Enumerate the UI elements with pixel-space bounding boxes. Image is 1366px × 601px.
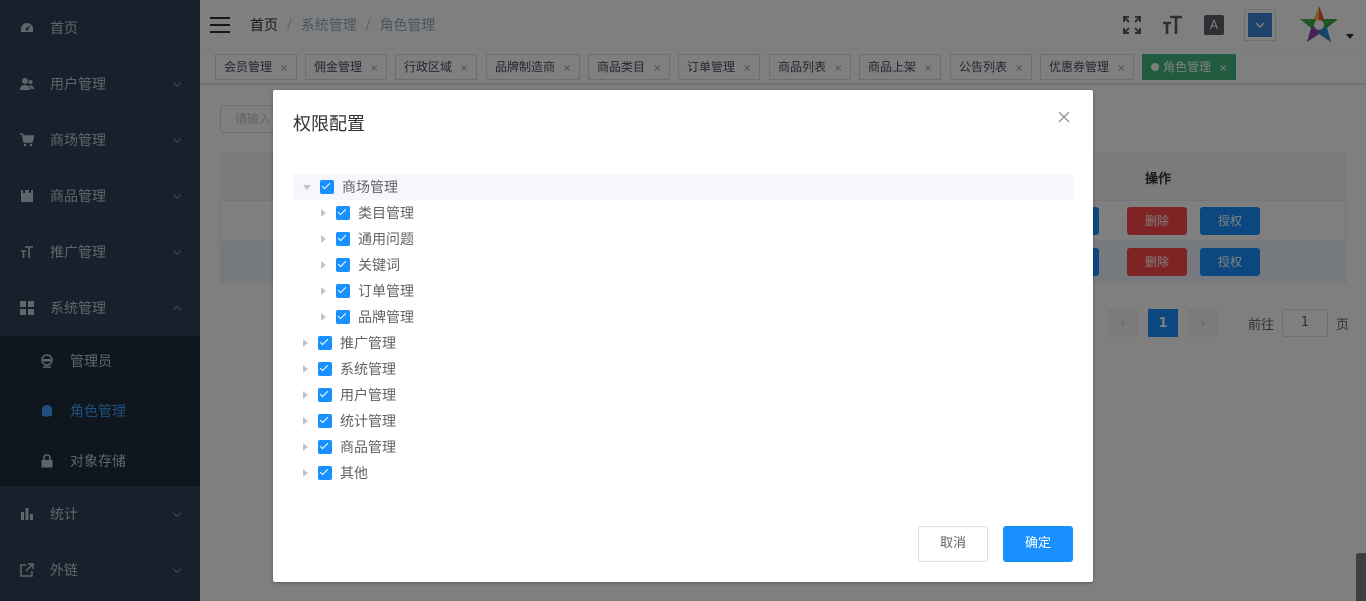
checkbox[interactable] [320,180,334,194]
expand-caret-icon[interactable] [303,469,308,477]
expand-caret-icon[interactable] [303,365,308,373]
expand-caret-icon[interactable] [303,391,308,399]
tree-node-label: 系统管理 [340,362,396,378]
cancel-button[interactable]: 取消 [918,526,988,562]
checkbox[interactable] [318,362,332,376]
tree-node-label: 通用问题 [358,232,414,248]
tree-node-label: 推广管理 [340,336,396,352]
checkbox[interactable] [318,336,332,350]
expand-caret-icon[interactable] [321,313,326,321]
tree-node-label: 品牌管理 [358,310,414,326]
expand-caret-icon[interactable] [321,261,326,269]
tree-node-label: 类目管理 [358,206,414,222]
tree-node-label: 用户管理 [340,388,396,404]
confirm-button[interactable]: 确定 [1003,526,1073,562]
tree-node[interactable]: 推广管理 [293,330,1073,356]
tree-node-label: 关键词 [358,258,400,274]
expand-caret-icon[interactable] [303,184,311,190]
tree-node-label: 其他 [340,466,368,482]
checkbox[interactable] [318,466,332,480]
tree-node[interactable]: 用户管理 [293,382,1073,408]
tree-node[interactable]: 订单管理 [293,278,1073,304]
tree-node[interactable]: 商品管理 [293,434,1073,460]
dialog-title: 权限配置 [293,114,365,135]
checkbox[interactable] [336,284,350,298]
tree-node-label: 商场管理 [342,180,398,196]
expand-caret-icon[interactable] [321,209,326,217]
tree-node[interactable]: 品牌管理 [293,304,1073,330]
checkbox[interactable] [318,440,332,454]
expand-caret-icon[interactable] [321,287,326,295]
tree-node[interactable]: 系统管理 [293,356,1073,382]
permission-dialog: 权限配置 商场管理 类目管理 通用问题 关键词 订单管理 品牌管理 推广管理 系… [273,90,1093,582]
tree-node[interactable]: 类目管理 [293,200,1073,226]
expand-caret-icon[interactable] [321,235,326,243]
tree-node-label: 商品管理 [340,440,396,456]
close-icon[interactable] [1057,110,1073,126]
tree-node-label: 统计管理 [340,414,396,430]
checkbox[interactable] [318,388,332,402]
tree-node-label: 订单管理 [358,284,414,300]
tree-node[interactable]: 其他 [293,460,1073,486]
expand-caret-icon[interactable] [303,443,308,451]
permission-tree: 商场管理 类目管理 通用问题 关键词 订单管理 品牌管理 推广管理 系统管理 用… [293,174,1073,486]
checkbox[interactable] [336,310,350,324]
checkbox[interactable] [318,414,332,428]
tree-node[interactable]: 统计管理 [293,408,1073,434]
checkbox[interactable] [336,258,350,272]
tree-node[interactable]: 关键词 [293,252,1073,278]
scroll-widget[interactable] [1356,553,1366,601]
tree-node[interactable]: 通用问题 [293,226,1073,252]
tree-node[interactable]: 商场管理 [293,174,1073,200]
expand-caret-icon[interactable] [303,339,308,347]
checkbox[interactable] [336,206,350,220]
checkbox[interactable] [336,232,350,246]
expand-caret-icon[interactable] [303,417,308,425]
